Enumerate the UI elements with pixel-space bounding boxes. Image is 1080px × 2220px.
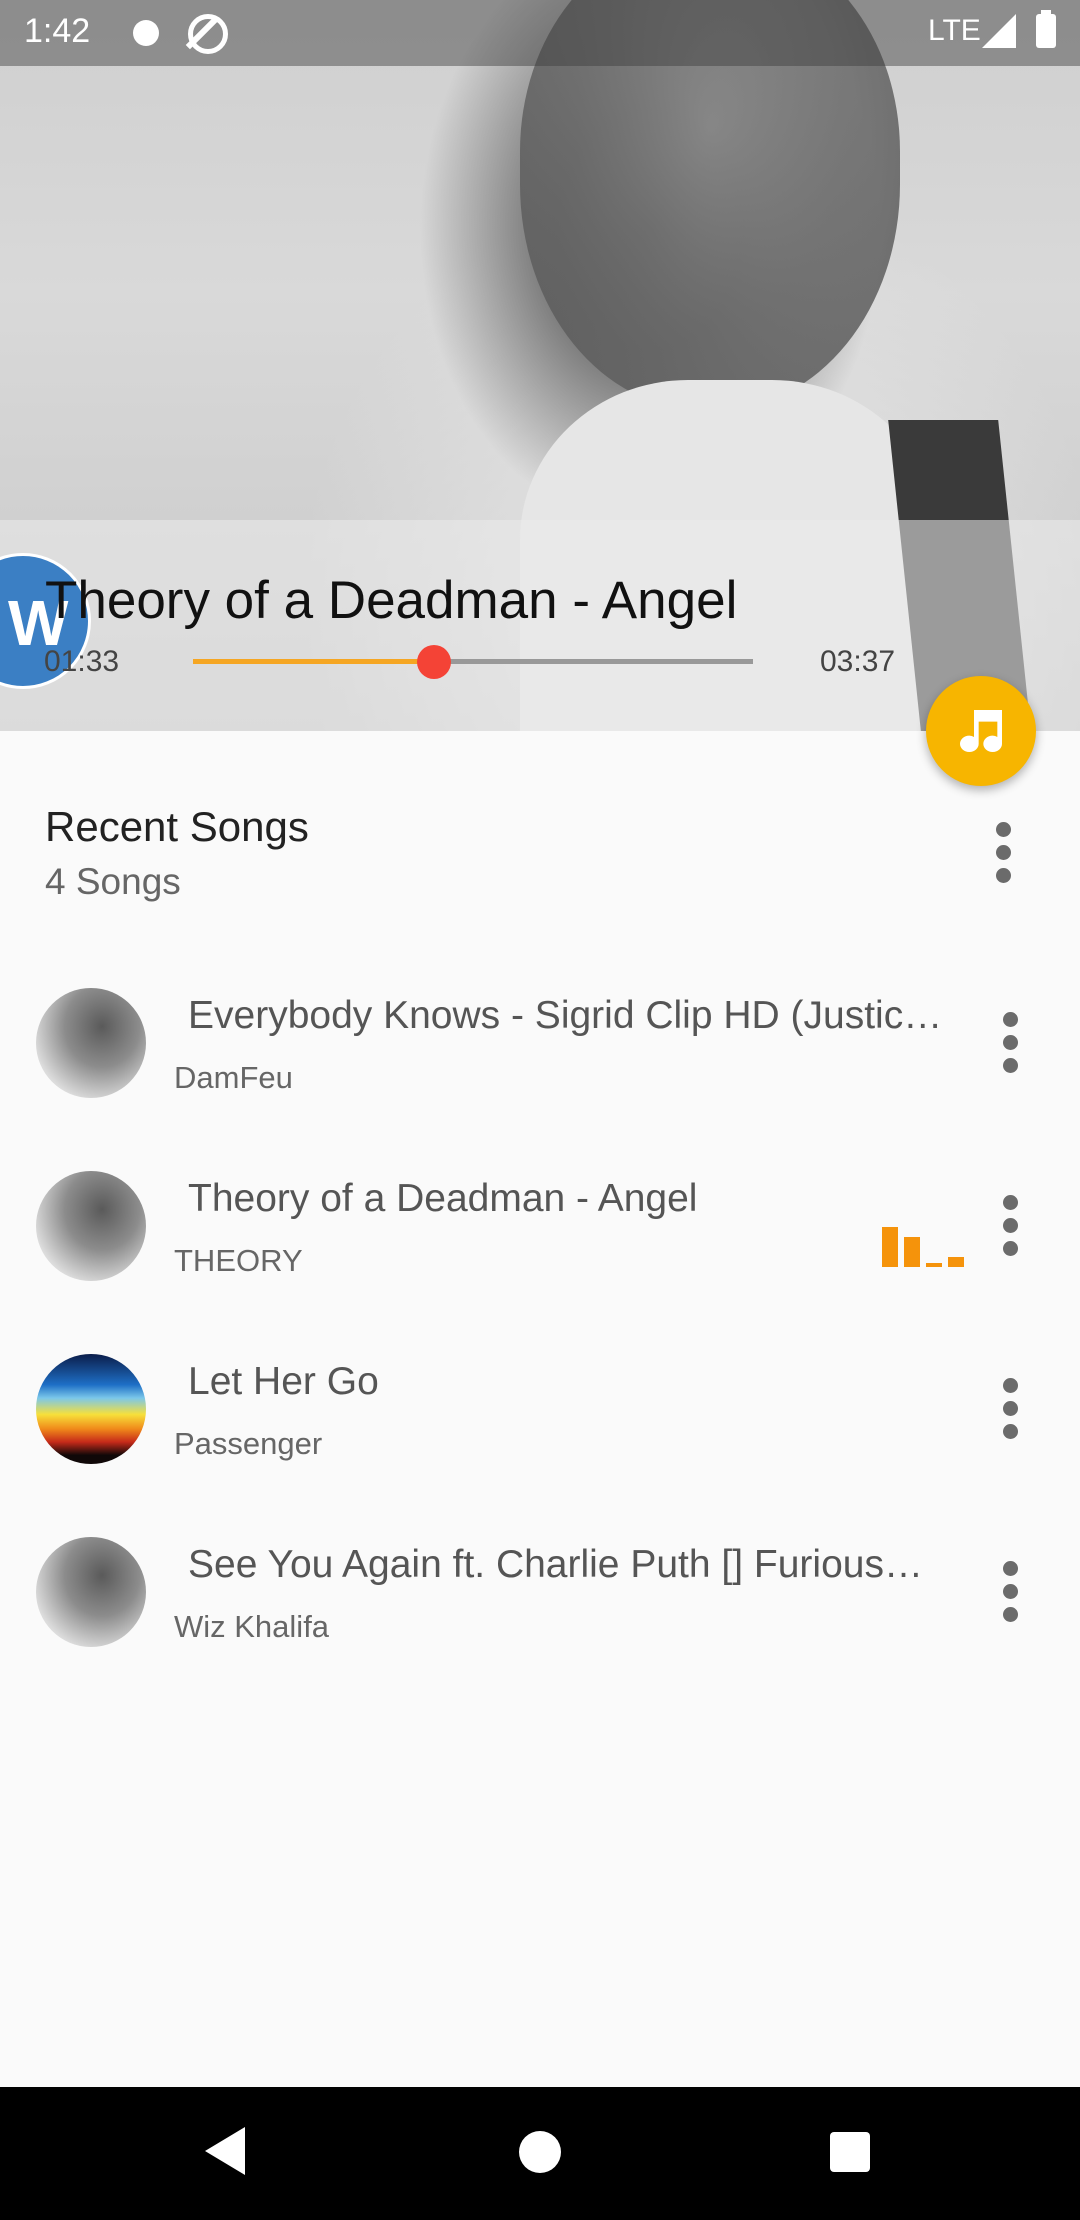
music-fab-button[interactable] (926, 676, 1036, 786)
music-note-icon (960, 710, 1002, 752)
song-more-button[interactable] (980, 1551, 1040, 1631)
song-row[interactable]: Theory of a Deadman - Angel THEORY (0, 1135, 1080, 1318)
song-artwork (36, 1171, 146, 1281)
elapsed-time: 01:33 (44, 645, 120, 678)
song-artwork (36, 1354, 146, 1464)
song-more-button[interactable] (980, 1002, 1040, 1082)
song-title: Everybody Knows - Sigrid Clip HD (Justic… (188, 994, 943, 1037)
now-playing-title: Theory of a Deadman - Angel (45, 571, 738, 630)
status-time: 1:42 (24, 12, 91, 50)
song-artwork (36, 988, 146, 1098)
do-not-disturb-icon (188, 14, 228, 54)
home-icon[interactable] (519, 2131, 561, 2173)
network-type: LTE (928, 14, 981, 47)
battery-icon (1036, 10, 1056, 48)
song-title: Theory of a Deadman - Angel (188, 1177, 698, 1220)
section-count: 4 Songs (45, 861, 181, 902)
total-time: 03:37 (820, 645, 896, 678)
signal-icon (982, 14, 1016, 48)
song-row[interactable]: Everybody Knows - Sigrid Clip HD (Justic… (0, 952, 1080, 1135)
song-artist: DamFeu (174, 1060, 293, 1095)
notification-dot-icon (133, 20, 159, 46)
song-artist: Passenger (174, 1426, 323, 1461)
status-bar: 1:42 LTE (0, 0, 1080, 66)
equalizer-icon (882, 1227, 964, 1267)
song-title: See You Again ft. Charlie Puth [] Furiou… (188, 1543, 923, 1586)
more-vert-icon (1002, 1560, 1018, 1576)
song-more-button[interactable] (980, 1185, 1040, 1265)
section-title: Recent Songs (45, 803, 309, 850)
more-vert-icon (1002, 1377, 1018, 1393)
more-vert-icon (1002, 1011, 1018, 1027)
more-vert-icon (1002, 1194, 1018, 1210)
song-more-button[interactable] (980, 1368, 1040, 1448)
system-nav-bar (0, 2087, 1080, 2220)
seek-bar-progress (193, 659, 434, 664)
song-artist: THEORY (174, 1243, 303, 1278)
back-icon[interactable] (205, 2127, 245, 2175)
recents-icon[interactable] (830, 2132, 870, 2172)
song-row[interactable]: Let Her Go Passenger (0, 1318, 1080, 1501)
section-more-button[interactable] (973, 812, 1033, 892)
more-vert-icon (995, 821, 1011, 837)
song-row[interactable]: See You Again ft. Charlie Puth [] Furiou… (0, 1501, 1080, 1684)
song-artist: Wiz Khalifa (174, 1609, 330, 1644)
song-title: Let Her Go (188, 1360, 379, 1403)
seek-bar-thumb[interactable] (416, 645, 451, 679)
song-artwork (36, 1537, 146, 1647)
seek-bar[interactable] (193, 645, 753, 679)
